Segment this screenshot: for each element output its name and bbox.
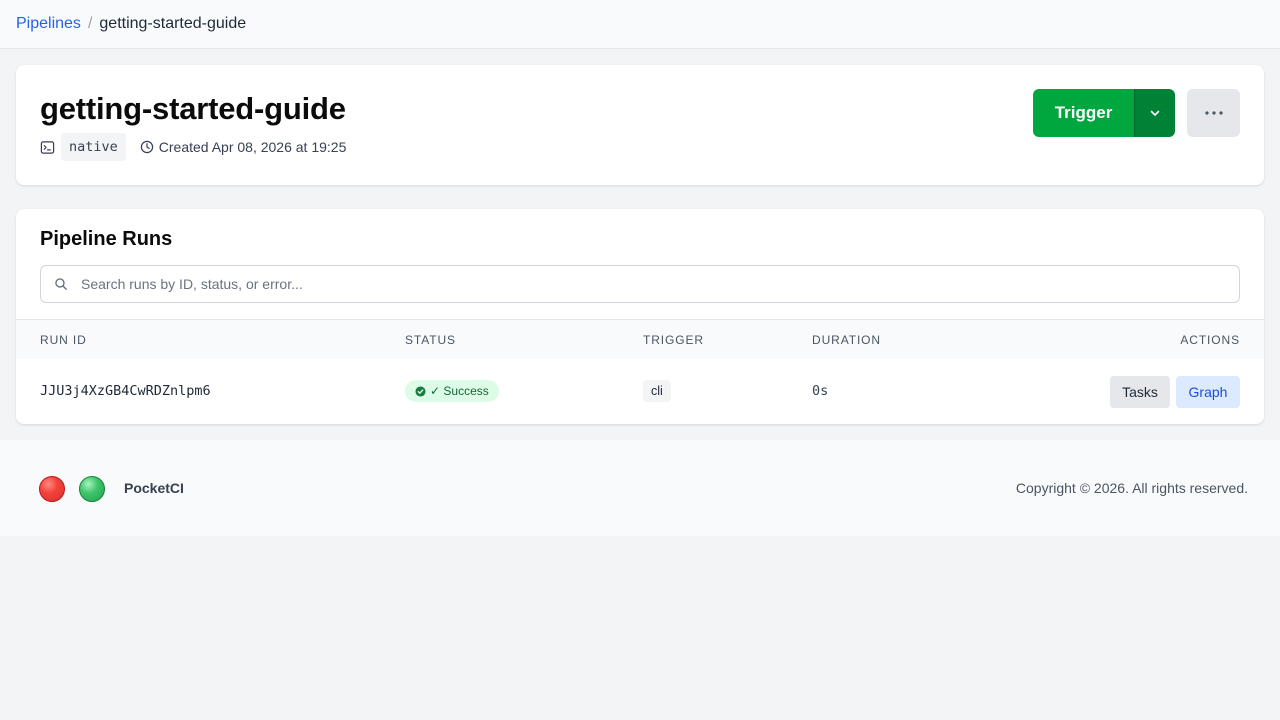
breadcrumb-pipelines-link[interactable]: Pipelines	[16, 15, 81, 33]
column-header-status[interactable]: STATUS	[405, 333, 456, 347]
top-bar: Pipelines / getting-started-guide	[0, 0, 1280, 49]
column-header-actions: ACTIONS	[1180, 333, 1240, 347]
duration-cell: 0s	[812, 383, 829, 399]
pipeline-runs-card: Pipeline Runs RUN ID STATUS TRIGGER DURA…	[16, 209, 1264, 424]
clock-icon	[140, 140, 154, 154]
pipeline-header-card: getting-started-guide native Created Apr…	[16, 65, 1264, 185]
trigger-button-group: Trigger	[1033, 89, 1175, 137]
trigger-button[interactable]: Trigger	[1033, 89, 1134, 137]
graph-button[interactable]: Graph	[1176, 376, 1240, 408]
status-dot-green	[79, 476, 105, 502]
column-header-duration[interactable]: DURATION	[812, 333, 881, 347]
status-label: ✓ Success	[430, 384, 489, 398]
table-row: JJU3j4XzGB4CwRDZnlpm6 ✓ Success cli 0s T…	[16, 359, 1264, 424]
more-actions-button[interactable]	[1187, 89, 1240, 137]
footer: PocketCI Copyright © 2026. All rights re…	[0, 440, 1280, 536]
breadcrumb-current: getting-started-guide	[99, 15, 247, 32]
page-title: getting-started-guide	[40, 91, 346, 126]
breadcrumb: Pipelines / getting-started-guide	[16, 15, 246, 33]
check-circle-icon	[415, 385, 426, 397]
ellipsis-icon	[1204, 111, 1223, 115]
run-id-cell[interactable]: JJU3j4XzGB4CwRDZnlpm6	[40, 383, 211, 399]
breadcrumb-separator: /	[87, 15, 93, 32]
column-header-run-id[interactable]: RUN ID	[40, 333, 87, 347]
tasks-button[interactable]: Tasks	[1110, 376, 1170, 408]
search-icon	[54, 277, 68, 291]
runs-search-input[interactable]	[81, 267, 1239, 301]
trigger-source-tag: cli	[643, 380, 671, 402]
created-info: Created Apr 08, 2026 at 19:25	[140, 139, 347, 155]
driver-tag: native	[61, 133, 126, 161]
status-badge: ✓ Success	[405, 380, 499, 402]
status-dot-red	[39, 476, 65, 502]
footer-brand: PocketCI	[124, 480, 184, 496]
runs-table-header: RUN ID STATUS TRIGGER DURATION ACTIONS	[16, 319, 1264, 359]
footer-copyright: Copyright © 2026. All rights reserved.	[1015, 480, 1248, 496]
chevron-down-icon	[1149, 107, 1161, 119]
pipeline-meta: native Created Apr 08, 2026 at 19:25	[40, 133, 346, 161]
column-header-trigger[interactable]: TRIGGER	[643, 333, 704, 347]
runs-search	[40, 265, 1240, 303]
trigger-options-button[interactable]	[1134, 89, 1175, 137]
terminal-icon	[40, 140, 55, 155]
created-timestamp: Created Apr 08, 2026 at 19:25	[158, 139, 347, 155]
runs-section-title: Pipeline Runs	[40, 228, 173, 250]
